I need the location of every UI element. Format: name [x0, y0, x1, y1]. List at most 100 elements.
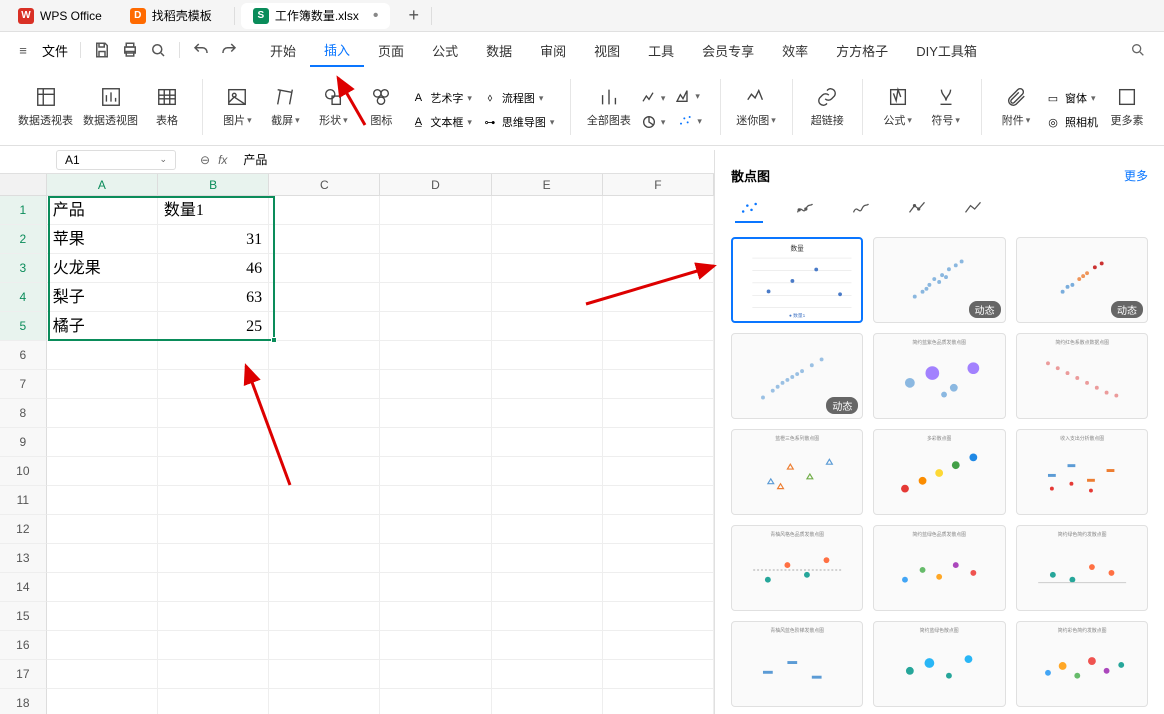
cell[interactable]	[158, 341, 269, 370]
cell[interactable]: 63	[158, 283, 269, 312]
menu-tab-ffgz[interactable]: 方方格子	[822, 35, 902, 66]
print-icon[interactable]	[121, 41, 139, 59]
col-header-f[interactable]: F	[603, 174, 714, 195]
cell[interactable]	[269, 689, 380, 714]
row-header[interactable]: 17	[0, 660, 47, 689]
cell[interactable]	[603, 399, 714, 428]
cell[interactable]	[603, 370, 714, 399]
tab-wps-office[interactable]: W WPS Office	[6, 4, 114, 28]
cell[interactable]	[269, 370, 380, 399]
cell[interactable]	[158, 573, 269, 602]
row-header[interactable]: 3	[0, 254, 47, 283]
chart-pie-button[interactable]: ▾	[637, 112, 670, 132]
row-header[interactable]: 2	[0, 225, 47, 254]
cell[interactable]	[47, 341, 158, 370]
sparkline-button[interactable]: 迷你图▾	[732, 81, 780, 132]
menu-tab-view[interactable]: 视图	[580, 35, 634, 66]
cell[interactable]	[47, 573, 158, 602]
cell[interactable]: 25	[158, 312, 269, 341]
cell[interactable]	[380, 283, 491, 312]
flowchart-button[interactable]: ⬨流程图▾	[478, 88, 559, 108]
cell[interactable]	[603, 196, 714, 225]
search-button[interactable]	[1126, 38, 1150, 62]
col-header-b[interactable]: B	[158, 174, 269, 195]
cell[interactable]	[603, 254, 714, 283]
cell[interactable]	[380, 602, 491, 631]
wordart-button[interactable]: A艺术字▾	[406, 88, 476, 108]
cell[interactable]	[269, 341, 380, 370]
row-header[interactable]: 16	[0, 631, 47, 660]
menu-tab-review[interactable]: 审阅	[526, 35, 580, 66]
preview-icon[interactable]	[149, 41, 167, 59]
row-header[interactable]: 11	[0, 486, 47, 515]
cell[interactable]	[380, 660, 491, 689]
cell[interactable]: 橘子	[47, 312, 158, 341]
row-header[interactable]: 14	[0, 573, 47, 602]
cell[interactable]: 火龙果	[47, 254, 158, 283]
cell[interactable]	[47, 457, 158, 486]
cell[interactable]	[47, 631, 158, 660]
picture-button[interactable]: 图片▾	[214, 81, 260, 132]
cell[interactable]	[47, 602, 158, 631]
icon-button[interactable]: 图标	[358, 81, 404, 132]
scatter-type-plain[interactable]	[735, 197, 763, 223]
menu-tab-efficiency[interactable]: 效率	[768, 35, 822, 66]
cell[interactable]	[603, 689, 714, 714]
chart-scatter-button[interactable]: ▾	[671, 110, 708, 132]
cell[interactable]	[47, 689, 158, 714]
menu-tab-start[interactable]: 开始	[256, 35, 310, 66]
cell[interactable]	[492, 428, 603, 457]
tab-workbook[interactable]: S 工作簿数量.xlsx •	[241, 3, 391, 29]
cell[interactable]	[47, 544, 158, 573]
select-all-corner[interactable]	[0, 174, 47, 195]
cell[interactable]	[492, 544, 603, 573]
cell[interactable]	[269, 283, 380, 312]
menu-tab-page[interactable]: 页面	[364, 35, 418, 66]
cell[interactable]	[380, 631, 491, 660]
cell[interactable]	[269, 428, 380, 457]
col-header-a[interactable]: A	[47, 174, 158, 195]
row-header[interactable]: 8	[0, 399, 47, 428]
cell[interactable]	[603, 225, 714, 254]
spreadsheet-grid[interactable]: A B C D E F 1产品数量12苹果313火龙果464梨子635橘子256…	[0, 174, 714, 714]
scatter-type-line[interactable]	[847, 197, 875, 223]
row-header[interactable]: 12	[0, 515, 47, 544]
col-header-d[interactable]: D	[380, 174, 491, 195]
cell[interactable]	[269, 486, 380, 515]
cell[interactable]	[269, 225, 380, 254]
name-box[interactable]: A1 ⌄	[56, 150, 176, 170]
thumb-scatter-diag-blue[interactable]: 动态	[731, 333, 863, 419]
screenshot-button[interactable]: 截屏▾	[262, 81, 308, 132]
thumb-scatter-blue-dash[interactable]: 青柚风蓝色阶梯发散点图	[731, 621, 863, 707]
fx-icon[interactable]: fx	[218, 153, 227, 167]
cell[interactable]	[158, 399, 269, 428]
menu-tab-diy[interactable]: DIY工具箱	[902, 35, 991, 66]
row-header[interactable]: 7	[0, 370, 47, 399]
cell[interactable]	[47, 486, 158, 515]
col-header-c[interactable]: C	[269, 174, 380, 195]
row-header[interactable]: 4	[0, 283, 47, 312]
new-tab-button[interactable]: +	[402, 5, 425, 26]
cell[interactable]	[492, 254, 603, 283]
row-header[interactable]: 15	[0, 602, 47, 631]
cell[interactable]	[47, 399, 158, 428]
cell[interactable]	[380, 341, 491, 370]
all-charts-button[interactable]: 全部图表	[583, 81, 635, 132]
cell[interactable]	[158, 370, 269, 399]
save-icon[interactable]	[93, 41, 111, 59]
shape-button[interactable]: 形状▾	[310, 81, 356, 132]
cell[interactable]	[603, 283, 714, 312]
cell[interactable]: 数量1	[158, 196, 269, 225]
cell[interactable]	[158, 486, 269, 515]
cell[interactable]	[492, 486, 603, 515]
cell[interactable]	[269, 515, 380, 544]
cell[interactable]	[380, 573, 491, 602]
cell[interactable]	[158, 428, 269, 457]
cell[interactable]	[158, 602, 269, 631]
cell[interactable]	[47, 370, 158, 399]
cell[interactable]	[269, 660, 380, 689]
thumb-scatter-rainbow-small[interactable]: 简约蓝绿色品质发散点图	[873, 525, 1005, 611]
cell[interactable]	[380, 370, 491, 399]
cell[interactable]	[492, 399, 603, 428]
cell[interactable]	[492, 573, 603, 602]
